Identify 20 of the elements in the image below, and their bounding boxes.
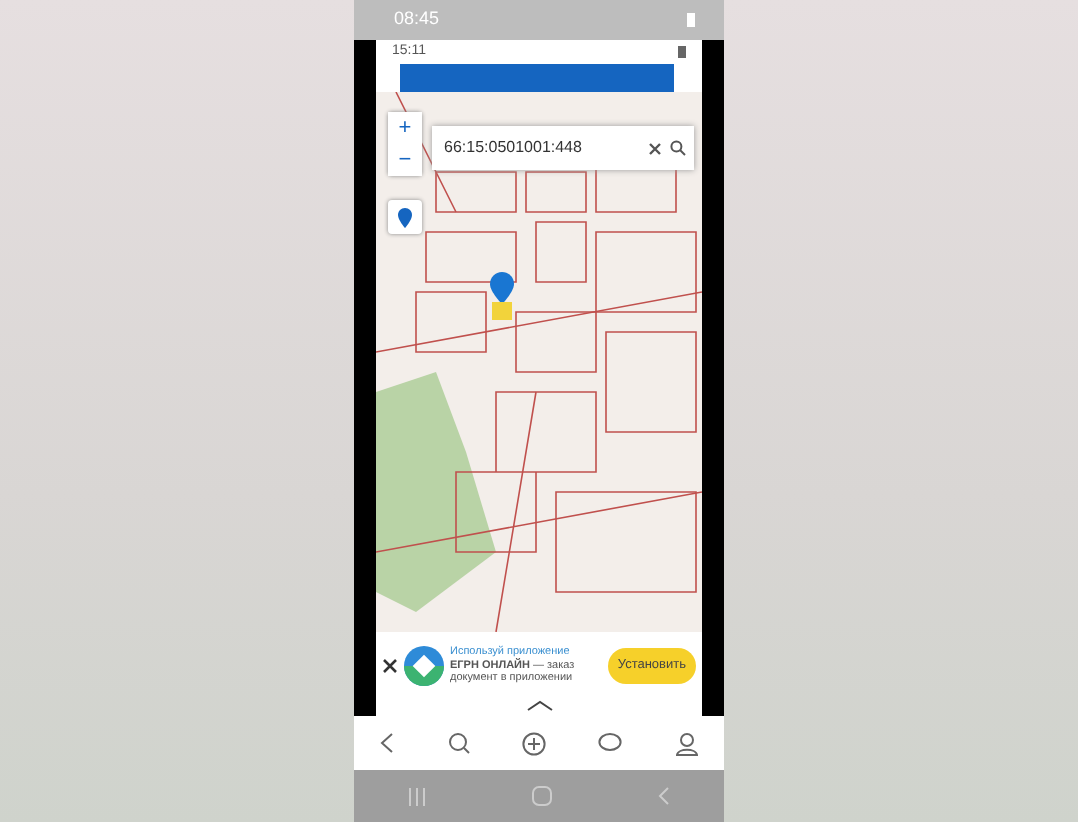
profile-icon[interactable] (675, 731, 698, 755)
location-button[interactable] (388, 200, 422, 234)
search-icon[interactable] (447, 732, 470, 754)
chevron-up-icon[interactable] (525, 700, 553, 712)
status-time: 08:45 (394, 6, 440, 33)
plus-icon[interactable] (521, 731, 546, 755)
back-icon[interactable] (380, 732, 395, 754)
zoom-in-button[interactable]: + (388, 112, 422, 144)
close-icon[interactable] (382, 658, 398, 674)
search-bar[interactable]: 66:15:0501001:448 (432, 126, 694, 170)
zoom-out-button[interactable]: − (388, 144, 422, 176)
app-logo-icon (404, 646, 444, 686)
battery-icon (686, 12, 696, 28)
location-pin-icon (398, 207, 412, 227)
map-pin-icon (490, 272, 514, 320)
search-field[interactable]: 66:15:0501001:448 (440, 134, 640, 162)
close-icon[interactable] (648, 141, 662, 155)
search-icon[interactable] (670, 140, 686, 156)
chat-icon[interactable] (598, 732, 623, 754)
battery-icon (678, 46, 686, 58)
